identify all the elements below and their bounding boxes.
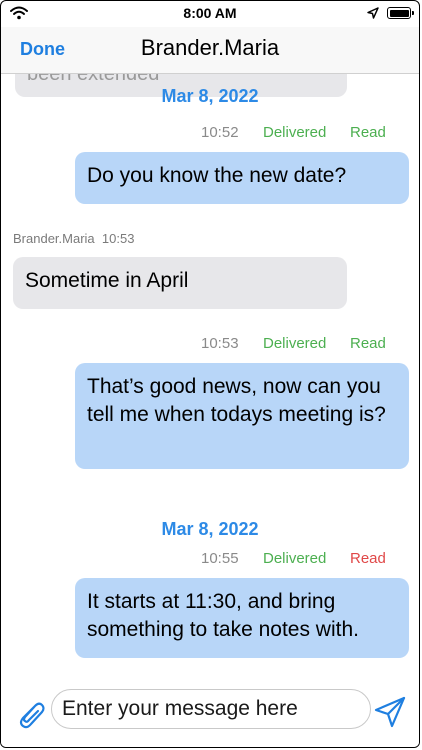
- location-icon: [367, 7, 379, 19]
- date-separator: Mar 8, 2022: [161, 86, 259, 106]
- message-time: 10:55: [201, 550, 239, 567]
- status-time: 8:00 AM: [183, 5, 237, 21]
- message-text: That’s good news, now can you tell me wh…: [87, 375, 386, 426]
- incoming-message-bubble[interactable]: Sometime in April: [13, 257, 347, 309]
- outgoing-message-bubble[interactable]: It starts at 11:30, and bring something …: [75, 578, 409, 658]
- message-sender-meta: Brander.Maria 10:53: [13, 231, 134, 246]
- outgoing-message-bubble[interactable]: That’s good news, now can you tell me wh…: [75, 363, 409, 469]
- message-text: Do you know the new date?: [87, 164, 347, 187]
- sender-name: Brander.Maria: [13, 231, 95, 246]
- compose-bar: [1, 681, 419, 747]
- message-input[interactable]: [51, 689, 371, 729]
- delivered-status: Delivered: [263, 335, 327, 352]
- partial-message-text: been extended: [27, 73, 160, 85]
- message-time: 10:52: [201, 124, 239, 141]
- phone-screen: 8:00 AM Done Brander.Maria been extended…: [0, 0, 420, 748]
- message-list[interactable]: been extended Mar 8, 2022 10:52 Delivere…: [1, 73, 419, 681]
- message-text: It starts at 11:30, and bring something …: [87, 590, 359, 641]
- message-time: 10:53: [201, 335, 239, 352]
- read-status: Read: [350, 550, 386, 567]
- paperclip-icon[interactable]: [14, 697, 48, 731]
- date-separator: Mar 8, 2022: [161, 519, 259, 539]
- outgoing-message-bubble[interactable]: Do you know the new date?: [75, 152, 409, 204]
- message-text: Sometime in April: [25, 269, 189, 292]
- conversation-title: Brander.Maria: [140, 35, 280, 60]
- nav-bar: Done Brander.Maria: [1, 27, 419, 74]
- battery-icon: [387, 7, 414, 19]
- send-icon[interactable]: [373, 695, 407, 729]
- status-bar: 8:00 AM: [1, 1, 419, 27]
- read-status: Read: [350, 124, 386, 141]
- message-time: 10:53: [101, 231, 135, 246]
- delivered-status: Delivered: [263, 124, 327, 141]
- delivered-status: Delivered: [263, 550, 327, 567]
- read-status: Read: [350, 335, 386, 352]
